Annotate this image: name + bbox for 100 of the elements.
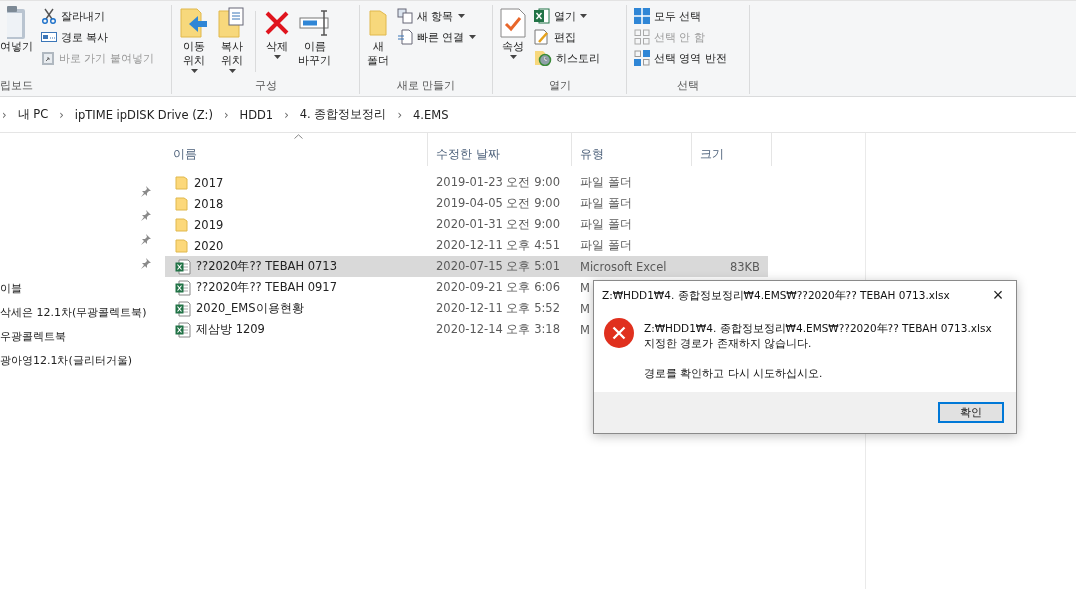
file-row[interactable]: 2018 2019-04-05 오전 9:00 파일 폴더 xyxy=(165,193,768,214)
move-folder-icon xyxy=(179,7,209,39)
ok-button[interactable]: 확인 xyxy=(938,402,1004,423)
group-label: 열기 xyxy=(547,78,572,94)
date-cell-text: 2020-07-15 오후 5:01 xyxy=(435,259,561,274)
type-cell: Microsoft Excel xyxy=(580,259,667,274)
excel-file-icon xyxy=(175,321,191,338)
file-name: 2020_EMS이용현황 xyxy=(196,301,304,316)
separator-icon: › xyxy=(2,107,7,122)
date-cell-text: 2019-01-23 오전 9:00 xyxy=(435,175,561,190)
ribbon-button[interactable]: 빠른 연결 xyxy=(395,28,478,46)
ribbon-button[interactable]: 여넣기 xyxy=(0,5,35,78)
dialog-title: Z:₩HDD1₩4. 종합정보정리₩4.EMS₩??2020年?? TEBAH 0713.xlsx xyxy=(602,288,950,303)
shortcut-paste-icon xyxy=(41,50,55,66)
type-cell: M xyxy=(580,280,590,295)
ribbon-button[interactable]: 새 폴더 xyxy=(365,5,391,78)
excel-file-icon xyxy=(175,279,191,296)
group-label: 새로 만들기 xyxy=(395,78,457,94)
excel-file-icon xyxy=(175,300,191,317)
error-message: 지정한 경로가 존재하지 않습니다. xyxy=(644,336,813,351)
ribbon-button[interactable]: 복사 위치 xyxy=(215,5,249,78)
separator-icon: › xyxy=(223,107,229,122)
date-cell-text: 2020-12-11 오후 5:52 xyxy=(435,301,561,316)
hint-text: 경로를 확인하고 다시 시도하십시오. xyxy=(644,366,824,381)
column-header[interactable]: 크기 xyxy=(692,133,772,166)
file-row[interactable]: 2017 2019-01-23 오전 9:00 파일 폴더 xyxy=(165,172,768,193)
folder-icon xyxy=(175,217,189,232)
copy-folder-icon xyxy=(217,7,247,39)
select-all-icon xyxy=(634,8,650,24)
file-name: 제삼방 1209 xyxy=(196,322,265,337)
file-row[interactable]: 2020 2020-12-11 오후 4:51 파일 폴더 xyxy=(165,235,768,256)
error-message: Z:₩HDD1₩4. 종합정보정리₩4.EMS₩??2020年?? TEBAH 0713.xlsx xyxy=(644,321,992,336)
breadcrumb[interactable]: 4.EMS xyxy=(412,105,450,124)
file-name: 2018 xyxy=(194,196,224,211)
scissors-icon xyxy=(41,8,57,24)
separator-icon: › xyxy=(59,107,64,122)
breadcrumb[interactable]: ipTIME ipDISK Drive (Z:) xyxy=(73,105,214,124)
date-cell-text: 2020-01-31 오전 9:00 xyxy=(435,217,561,232)
breadcrumb[interactable]: 4. 종합정보정리 xyxy=(298,105,388,124)
breadcrumb[interactable]: HDD1 xyxy=(238,105,275,124)
close-button[interactable]: × xyxy=(980,281,1016,310)
ribbon-button[interactable]: 삭제 xyxy=(262,5,292,78)
sort-caret-icon xyxy=(294,134,303,139)
ribbon-button[interactable]: 편집 xyxy=(532,28,602,46)
type-cell: M xyxy=(580,301,590,316)
path-icon xyxy=(41,32,57,42)
date-cell-text: 2019-04-05 오전 9:00 xyxy=(435,196,561,211)
date-cell-text: 2020-12-14 오후 3:18 xyxy=(435,322,561,337)
ribbon-button[interactable]: 경로 복사 xyxy=(39,28,156,46)
nav-item[interactable]: 광아영12.1차(글리터거울) xyxy=(0,352,133,368)
ribbon-button[interactable]: 이동 위치 xyxy=(177,5,211,78)
breadcrumb[interactable]: 내 PC xyxy=(16,105,50,124)
nav-item[interactable]: 우광콜렉트북 xyxy=(0,328,66,344)
type-cell: 파일 폴더 xyxy=(580,175,632,189)
delete-icon xyxy=(264,10,290,36)
properties-icon xyxy=(500,8,526,38)
date-cell-text: 2020-09-21 오후 6:06 xyxy=(435,280,561,295)
file-row[interactable]: 2019 2020-01-31 오전 9:00 파일 폴더 xyxy=(165,214,768,235)
folder-icon xyxy=(368,9,388,37)
invert-selection-icon xyxy=(634,50,650,66)
excel-file-icon xyxy=(175,258,191,275)
ribbon-button[interactable]: 열기 xyxy=(532,7,602,25)
folder-icon xyxy=(175,238,189,253)
ribbon-button[interactable]: 새 항목 xyxy=(395,7,478,25)
file-row[interactable]: ??2020年?? TEBAH 0713 2020-07-15 오후 5:01 Microsoft Excel 83KB xyxy=(165,256,768,277)
separator-icon: › xyxy=(284,107,289,122)
nav-item[interactable]: 이블 xyxy=(0,280,22,296)
ribbon-button[interactable]: 속성 xyxy=(498,5,528,78)
column-header[interactable]: 유형 xyxy=(572,133,692,166)
error-icon xyxy=(604,318,634,348)
ribbon-button[interactable]: 모두 선택 xyxy=(632,7,729,25)
ribbon-button[interactable]: 선택 영역 반전 xyxy=(632,49,729,67)
file-name: ??2020年?? TEBAH 0713 xyxy=(196,259,337,274)
ribbon-button[interactable]: 잘라내기 xyxy=(39,7,156,25)
ribbon-button[interactable]: 이름 바꾸기 xyxy=(296,5,333,78)
file-name: 2020 xyxy=(194,238,224,253)
ribbon-button[interactable]: 히스토리 xyxy=(532,49,602,67)
new-item-icon xyxy=(397,8,413,24)
clipboard-icon xyxy=(6,5,27,41)
column-header[interactable]: 이름 xyxy=(165,133,428,166)
edit-icon xyxy=(534,29,550,45)
folder-icon xyxy=(175,175,189,190)
shortcut-icon xyxy=(397,29,413,45)
excel-icon xyxy=(534,8,550,24)
select-none-icon xyxy=(634,29,650,45)
nav-item[interactable]: 삭세은 12.1차(무광콜렉트북) xyxy=(0,304,147,320)
group-label: 립보드 xyxy=(0,78,34,94)
type-cell: 파일 폴더 xyxy=(580,217,632,231)
folder-icon xyxy=(175,196,189,211)
type-cell: 파일 폴더 xyxy=(580,238,632,252)
date-cell-text: 2020-12-11 오후 4:51 xyxy=(435,238,561,253)
type-cell: 파일 폴더 xyxy=(580,196,632,210)
rename-icon xyxy=(298,9,331,37)
history-icon xyxy=(534,50,552,66)
file-name: ??2020年?? TEBAH 0917 xyxy=(196,280,337,295)
group-label: 구성 xyxy=(253,78,278,94)
file-name: 2019 xyxy=(194,217,224,232)
file-name: 2017 xyxy=(194,175,224,190)
group-label: 선택 xyxy=(676,78,700,94)
column-header[interactable]: 수정한 날짜 xyxy=(428,133,572,166)
